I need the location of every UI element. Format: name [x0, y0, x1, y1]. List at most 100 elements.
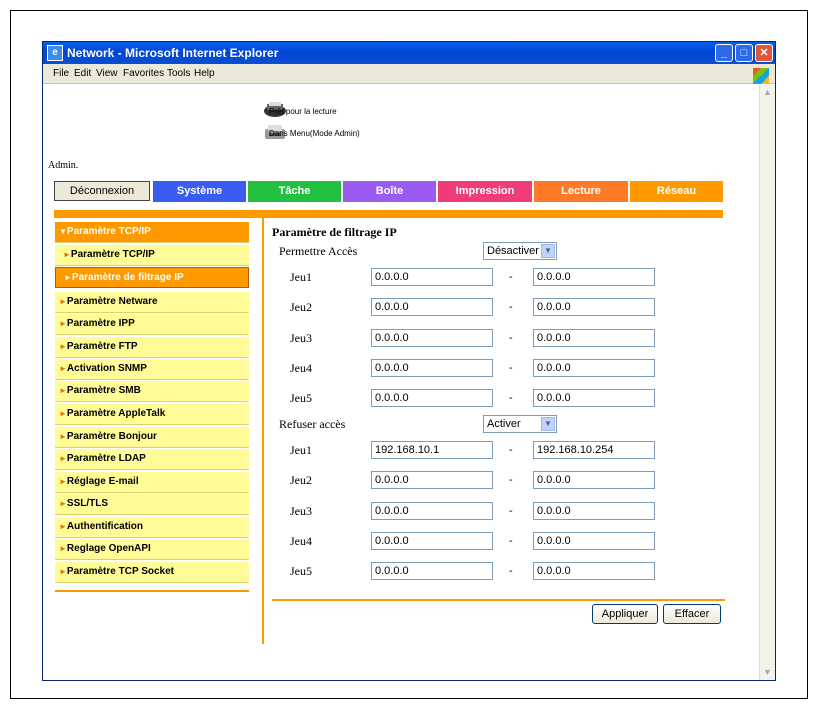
permit-jeu4-label: Jeu4 [290, 361, 312, 375]
sidebar-item-openapi[interactable]: ►Reglage OpenAPI [55, 539, 249, 560]
sidebar-item-ssl[interactable]: ►SSL/TLS [55, 494, 249, 515]
content-divider [262, 218, 264, 644]
sidebar-item-auth[interactable]: ►Authentification [55, 517, 249, 538]
chevron-right-icon: ► [64, 273, 72, 282]
deny-jeu3-to-input[interactable]: 0.0.0.0 [533, 502, 655, 520]
tab-systeme[interactable]: Système [153, 181, 246, 202]
permit-jeu3-from-input[interactable]: 0.0.0.0 [371, 329, 493, 347]
header-divider [54, 210, 723, 218]
form-divider [272, 599, 725, 601]
tab-boite[interactable]: Boîte [343, 181, 436, 202]
menu-tools[interactable]: Tools [167, 68, 190, 79]
sidebar-item-snmp[interactable]: ►Activation SNMP [55, 359, 249, 380]
scroll-up-icon[interactable]: ▲ [762, 87, 773, 98]
permit-jeu3-label: Jeu3 [290, 331, 312, 345]
tab-reseau[interactable]: Réseau [630, 181, 723, 202]
sidebar-item-label: Activation SNMP [66, 363, 147, 374]
sidebar-item-label: Paramètre de filtrage IP [71, 272, 184, 283]
tab-boite-label: Boîte [375, 185, 404, 197]
deny-jeu1-from-input[interactable]: 192.168.10.1 [371, 441, 493, 459]
deny-jeu5-from-input[interactable]: 0.0.0.0 [371, 562, 493, 580]
permit-jeu1-to-input[interactable]: 0.0.0.0 [533, 268, 655, 286]
deny-jeu2-to-input[interactable]: 0.0.0.0 [533, 471, 655, 489]
sidebar-item-ftp[interactable]: ►Paramètre FTP [55, 337, 249, 358]
chevron-right-icon: ► [59, 499, 67, 508]
permit-jeu2-to-input[interactable]: 0.0.0.0 [533, 298, 655, 316]
maximize-button[interactable]: □ [735, 44, 753, 62]
range-dash: - [509, 332, 513, 344]
sidebar-item-label: SSL/TLS [66, 498, 109, 509]
menu-favorites[interactable]: Favorites [123, 68, 164, 79]
permit-jeu5-to-input[interactable]: 0.0.0.0 [533, 389, 655, 407]
deny-access-label: Refuser accès [279, 417, 346, 431]
chevron-right-icon: ► [63, 250, 71, 259]
tab-lecture-label: Lecture [561, 185, 601, 197]
tab-lecture[interactable]: Lecture [534, 181, 628, 202]
sidebar-item-email[interactable]: ►Réglage E-mail [55, 472, 249, 493]
chevron-right-icon: ► [59, 297, 67, 306]
tab-systeme-label: Système [176, 185, 223, 197]
sidebar-item-tcp-socket[interactable]: ►Paramètre TCP Socket [55, 562, 249, 583]
chevron-right-icon: ► [59, 522, 67, 531]
permit-jeu4-from-input[interactable]: 0.0.0.0 [371, 359, 493, 377]
range-dash: - [509, 301, 513, 313]
menu-view[interactable]: View [96, 68, 118, 79]
deny-jeu4-to-input[interactable]: 0.0.0.0 [533, 532, 655, 550]
sidebar-item-smb[interactable]: ►Paramètre SMB [55, 381, 249, 402]
deny-jeu3-from-input[interactable]: 0.0.0.0 [371, 502, 493, 520]
chevron-right-icon: ► [59, 342, 67, 351]
permit-jeu1-label: Jeu1 [290, 270, 312, 284]
chevron-down-icon: ▼ [541, 417, 555, 431]
menu-file[interactable]: File [53, 68, 69, 79]
deny-jeu1-to-input[interactable]: 192.168.10.254 [533, 441, 655, 459]
sidebar-item-ip-filtering[interactable]: ►Paramètre de filtrage IP [55, 267, 249, 288]
deny-jeu2-from-input[interactable]: 0.0.0.0 [371, 471, 493, 489]
permit-jeu5-from-input[interactable]: 0.0.0.0 [371, 389, 493, 407]
chevron-down-icon: ▼ [541, 244, 555, 258]
sidebar-item-bonjour[interactable]: ►Paramètre Bonjour [55, 427, 249, 448]
sidebar-item-appletalk[interactable]: ►Paramètre AppleTalk [55, 404, 249, 425]
sidebar-item-label: Authentification [66, 521, 144, 532]
clear-button[interactable]: Effacer [663, 604, 721, 624]
permit-jeu4-to-input[interactable]: 0.0.0.0 [533, 359, 655, 377]
permit-jeu1-from-input[interactable]: 0.0.0.0 [371, 268, 493, 286]
sidebar-item-ldap[interactable]: ►Paramètre LDAP [55, 449, 249, 470]
tab-impression[interactable]: Impression [438, 181, 532, 202]
vertical-scrollbar[interactable]: ▲ ▼ [759, 85, 775, 680]
deny-jeu4-from-input[interactable]: 0.0.0.0 [371, 532, 493, 550]
chevron-right-icon: ► [59, 544, 67, 553]
chevron-right-icon: ► [59, 477, 67, 486]
sidebar-item-label: Paramètre Bonjour [66, 431, 157, 442]
sidebar-item-ipp[interactable]: ►Paramètre IPP [55, 314, 249, 335]
sidebar-item-tcpip[interactable]: ►Paramètre TCP/IP [55, 245, 249, 266]
page-title: Paramètre de filtrage IP [272, 225, 397, 239]
status-ready-text: Prêt pour la lecture [269, 107, 337, 116]
sidebar-item-label: Paramètre AppleTalk [66, 408, 166, 419]
chevron-right-icon: ► [59, 386, 67, 395]
page-content: Prêt pour la lecture Dans Menu(Mode Admi… [43, 85, 759, 680]
scroll-down-icon[interactable]: ▼ [762, 667, 773, 678]
logout-button[interactable]: Déconnexion [54, 181, 150, 201]
sidebar-item-tcpip-group[interactable]: ▼Paramètre TCP/IP [55, 222, 249, 243]
apply-button[interactable]: Appliquer [592, 604, 658, 624]
chevron-right-icon: ► [59, 432, 67, 441]
tab-tache[interactable]: Tâche [248, 181, 341, 202]
sidebar-item-netware[interactable]: ►Paramètre Netware [55, 292, 249, 313]
sidebar-item-label: Paramètre LDAP [66, 453, 146, 464]
chevron-right-icon: ► [59, 454, 67, 463]
sidebar-item-label: Paramètre FTP [66, 341, 138, 352]
close-button[interactable]: ✕ [755, 44, 773, 62]
sidebar-divider [55, 590, 249, 592]
deny-access-select[interactable]: Activer ▼ [483, 415, 557, 433]
deny-jeu5-to-input[interactable]: 0.0.0.0 [533, 562, 655, 580]
tab-reseau-label: Réseau [656, 185, 697, 197]
menu-edit[interactable]: Edit [74, 68, 91, 79]
permit-access-select[interactable]: Désactiver ▼ [483, 242, 557, 260]
permit-jeu2-label: Jeu2 [290, 300, 312, 314]
permit-jeu2-from-input[interactable]: 0.0.0.0 [371, 298, 493, 316]
permit-jeu3-to-input[interactable]: 0.0.0.0 [533, 329, 655, 347]
menu-help[interactable]: Help [194, 68, 215, 79]
minimize-button[interactable]: _ [715, 44, 733, 62]
deny-access-value: Activer [487, 418, 521, 430]
chevron-right-icon: ► [59, 319, 67, 328]
